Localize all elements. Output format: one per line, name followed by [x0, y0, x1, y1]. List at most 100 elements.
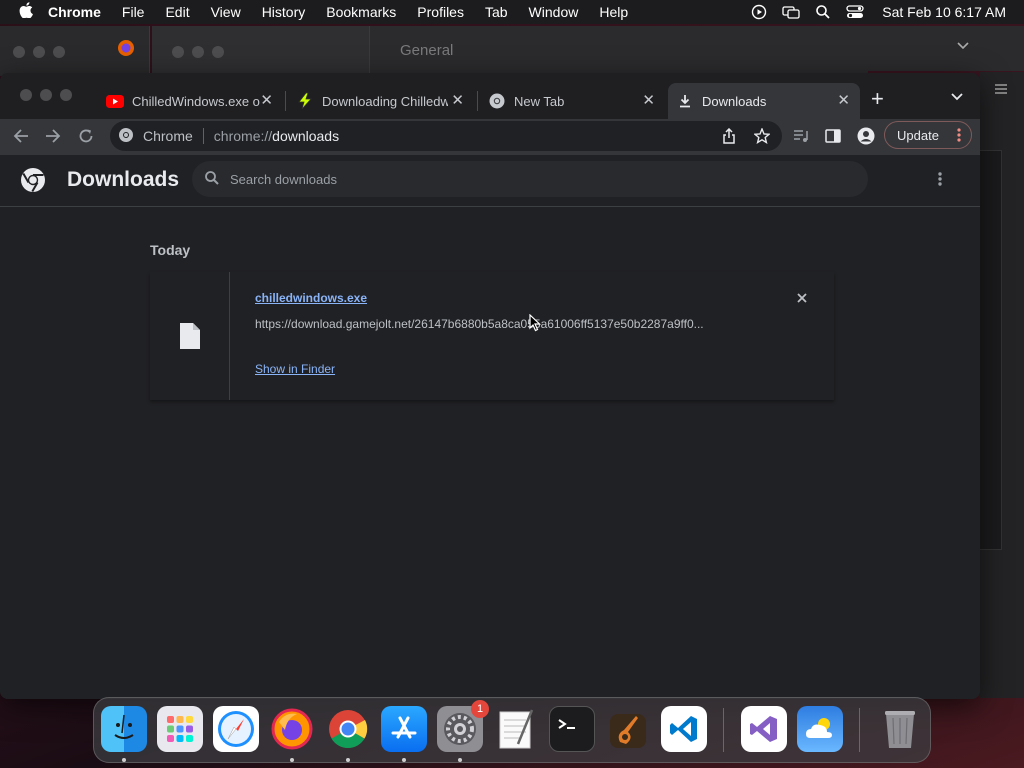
mouse-cursor-icon — [529, 313, 542, 337]
download-icon — [676, 92, 694, 110]
download-filename-link[interactable]: chilledwindows.exe — [255, 291, 367, 305]
bookmark-star-icon[interactable] — [753, 127, 771, 147]
browser-toolbar: Chrome chrome://downloads Update — [0, 119, 980, 155]
tab-close-icon[interactable]: ✕ — [260, 91, 273, 109]
vscode-icon[interactable] — [661, 706, 707, 752]
date-section-label: Today — [150, 242, 191, 258]
garageband-icon[interactable] — [605, 706, 651, 752]
bg-minimize-dot — [192, 46, 204, 58]
safari-icon[interactable] — [213, 706, 259, 752]
background-settings-window: General — [152, 26, 868, 76]
menu-history[interactable]: History — [262, 4, 306, 20]
back-arrow-icon[interactable] — [10, 125, 32, 147]
firefox-dock-icon[interactable] — [269, 706, 315, 752]
search-icon — [204, 170, 220, 189]
tab-downloading-chilledwindows[interactable]: Downloading Chilledw ✕ — [288, 83, 474, 119]
tab-title: New Tab — [514, 93, 565, 109]
tab-new-tab[interactable]: New Tab ✕ — [480, 83, 665, 119]
screen-recording-icon[interactable] — [750, 3, 768, 21]
youtube-icon — [106, 92, 124, 110]
sidebar-list-icon — [994, 82, 1008, 100]
system-settings-icon[interactable]: 1 — [437, 700, 489, 752]
settings-sidebar — [152, 26, 370, 76]
menu-edit[interactable]: Edit — [165, 4, 189, 20]
search-downloads-field[interactable] — [192, 161, 868, 197]
share-icon[interactable] — [722, 127, 736, 147]
apple-menu-icon[interactable] — [12, 2, 40, 22]
forward-arrow-icon[interactable] — [42, 125, 64, 147]
page-title: Downloads — [67, 168, 180, 191]
background-window-right — [868, 26, 1024, 71]
url-scheme: chrome:// — [213, 128, 273, 144]
search-downloads-input[interactable] — [230, 171, 790, 187]
app-store-icon[interactable] — [381, 706, 427, 752]
update-button[interactable]: Update — [884, 121, 972, 149]
screen-mirroring-icon[interactable] — [782, 3, 800, 21]
chrome-icon — [118, 127, 136, 145]
menu-file[interactable]: File — [122, 4, 145, 20]
weather-icon[interactable] — [797, 706, 843, 752]
reload-icon[interactable] — [75, 125, 97, 147]
remove-download-icon[interactable] — [796, 291, 808, 309]
chrome-menu-icon[interactable] — [957, 127, 961, 146]
more-actions-icon[interactable] — [938, 171, 942, 192]
chrome-window: ChilledWindows.exe o ✕ Downloading Chill… — [0, 73, 980, 699]
gamejolt-icon — [296, 92, 314, 110]
bg-close-dot — [172, 46, 184, 58]
menu-tab[interactable]: Tab — [485, 4, 508, 20]
menu-bar-clock[interactable]: Sat Feb 10 6:17 AM — [882, 4, 1006, 20]
macos-dock: 1 — [93, 697, 931, 763]
trash-icon[interactable] — [877, 706, 923, 752]
file-icon — [179, 322, 201, 355]
chevron-down-icon — [956, 38, 970, 54]
new-tab-plus-icon[interactable]: + — [871, 86, 884, 112]
window-minimize-button[interactable] — [40, 89, 52, 101]
menu-help[interactable]: Help — [599, 4, 628, 20]
tab-search-chevron-icon[interactable] — [950, 89, 964, 107]
chrome-icon — [488, 92, 506, 110]
textedit-icon[interactable] — [493, 706, 539, 752]
window-zoom-button[interactable] — [60, 89, 72, 101]
bg-minimize-dot — [33, 46, 45, 58]
downloads-page: Downloads Today chilledwindows.exe https… — [0, 155, 980, 699]
tab-title: Downloading Chilledw — [322, 93, 448, 109]
tab-downloads[interactable]: Downloads ✕ — [668, 83, 860, 119]
site-chip-label: Chrome — [143, 128, 193, 144]
media-controls-icon[interactable] — [790, 125, 812, 147]
finder-icon[interactable] — [101, 706, 147, 752]
menu-profiles[interactable]: Profiles — [417, 4, 464, 20]
download-source-url[interactable]: https://download.gamejolt.net/26147b6880… — [255, 317, 755, 331]
side-panel-icon[interactable] — [822, 125, 844, 147]
settings-window-title: General — [400, 42, 454, 59]
tab-close-icon[interactable]: ✕ — [837, 91, 850, 109]
spotlight-search-icon[interactable] — [814, 3, 832, 21]
background-window-left — [0, 26, 150, 76]
launchpad-icon[interactable] — [157, 706, 203, 752]
show-in-finder-link[interactable]: Show in Finder — [255, 362, 335, 376]
chrome-dock-icon[interactable] — [325, 706, 371, 752]
window-close-button[interactable] — [20, 89, 32, 101]
background-window-panel — [980, 150, 1002, 550]
menu-app-name[interactable]: Chrome — [48, 4, 101, 20]
tab-close-icon[interactable]: ✕ — [451, 91, 464, 109]
terminal-icon[interactable] — [549, 706, 595, 752]
menu-view[interactable]: View — [211, 4, 241, 20]
update-button-label: Update — [897, 127, 939, 143]
profile-avatar-icon[interactable] — [855, 125, 877, 147]
tab-strip: ChilledWindows.exe o ✕ Downloading Chill… — [0, 73, 980, 119]
firefox-icon — [117, 39, 135, 62]
visual-studio-icon[interactable] — [741, 706, 787, 752]
url-host: downloads — [272, 128, 340, 144]
control-center-icon[interactable] — [846, 3, 864, 21]
bg-zoom-dot — [53, 46, 65, 58]
downloads-header: Downloads — [0, 155, 980, 207]
tab-title: ChilledWindows.exe o — [132, 93, 260, 109]
menu-bookmarks[interactable]: Bookmarks — [326, 4, 396, 20]
tab-chilledwindows-youtube[interactable]: ChilledWindows.exe o ✕ — [98, 83, 283, 119]
address-bar[interactable]: Chrome chrome://downloads — [110, 121, 782, 151]
macos-menu-bar: Chrome File Edit View History Bookmarks … — [0, 0, 1024, 24]
bg-zoom-dot — [212, 46, 224, 58]
bg-close-dot — [13, 46, 25, 58]
menu-window[interactable]: Window — [529, 4, 579, 20]
tab-close-icon[interactable]: ✕ — [642, 91, 655, 109]
